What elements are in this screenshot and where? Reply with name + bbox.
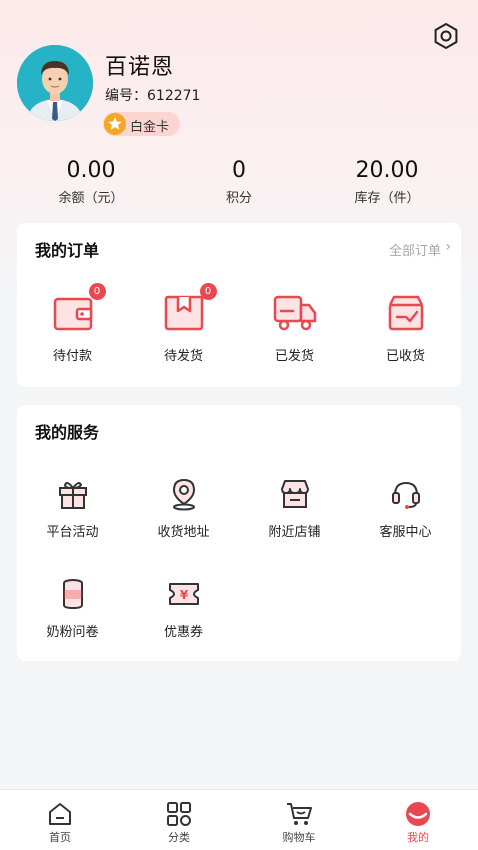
location-icon (172, 478, 195, 511)
tab-label: 购物车 (282, 831, 316, 844)
milk-can-icon (62, 579, 83, 610)
orders-title: 我的订单 (35, 241, 100, 260)
store-icon (280, 480, 309, 508)
headset-icon (391, 481, 420, 509)
package-icon (164, 295, 203, 331)
stat-value: 0 (232, 158, 246, 183)
tab-home[interactable]: 首页 (20, 801, 100, 845)
order-pending-payment[interactable]: 0 待付款 (17, 283, 128, 364)
order-shipped[interactable]: 已发货 (239, 291, 350, 364)
username: 百诺恩 (105, 55, 175, 80)
service-label: 平台活动 (46, 525, 99, 540)
services-card: 我的服务 平台活动 收货地址 附近店铺 客服中心 奶粉问卷 ¥ 优惠券 (17, 405, 461, 661)
star-icon (104, 113, 126, 135)
service-label: 优惠券 (163, 625, 203, 640)
tab-category[interactable]: 分类 (139, 801, 219, 845)
svg-text:¥: ¥ (179, 588, 188, 602)
service-nearby-stores[interactable]: 附近店铺 (239, 477, 350, 540)
truck-icon (273, 295, 316, 331)
stat-label: 库存（件） (354, 191, 420, 206)
chevron-right-icon[interactable]: › (445, 239, 451, 255)
service-address[interactable]: 收货地址 (128, 477, 239, 540)
service-label: 附近店铺 (268, 525, 321, 540)
service-coupons[interactable]: ¥ 优惠券 (128, 577, 239, 640)
tab-label: 首页 (49, 831, 71, 844)
stat-points[interactable]: 0 积分 (179, 158, 299, 206)
all-orders-link[interactable]: 全部订单 (389, 240, 441, 259)
stat-label: 积分 (225, 191, 252, 206)
stats-row: 0.00 余额（元） 0 积分 20.00 库存（件） (0, 158, 478, 208)
service-label: 收货地址 (157, 525, 210, 540)
stat-label: 余额（元） (58, 191, 124, 206)
stat-value: 20.00 (355, 158, 419, 183)
stat-inventory[interactable]: 20.00 库存（件） (327, 158, 447, 206)
service-label: 客服中心 (379, 525, 432, 540)
order-label: 已发货 (274, 349, 314, 364)
order-count-badge: 0 (199, 283, 217, 300)
wallet-icon (53, 297, 92, 331)
order-label: 已收货 (385, 349, 425, 364)
settings-icon[interactable] (432, 22, 460, 50)
tab-label: 分类 (168, 831, 190, 844)
tab-profile[interactable]: 我的 (378, 801, 458, 845)
avatar-image (17, 45, 93, 121)
stat-value: 0.00 (66, 158, 116, 183)
gift-icon (58, 482, 87, 509)
cart-icon (287, 803, 312, 825)
service-customer-center[interactable]: 客服中心 (350, 477, 461, 540)
profile-icon (406, 802, 430, 826)
orders-card: 我的订单 全部订单 › 0 待付款 0 待发货 已发货 已收货 (17, 223, 461, 387)
service-activities[interactable]: 平台活动 (17, 477, 128, 540)
avatar[interactable] (17, 45, 93, 121)
category-icon (167, 802, 191, 826)
received-box-icon (388, 295, 423, 331)
service-milk-survey[interactable]: 奶粉问卷 (17, 577, 128, 640)
order-received[interactable]: 已收货 (350, 291, 461, 364)
services-title: 我的服务 (35, 423, 100, 442)
user-id: 编号：612271 (105, 88, 201, 104)
home-icon (49, 803, 71, 825)
order-label: 待付款 (52, 349, 92, 364)
tab-label: 我的 (407, 831, 429, 844)
order-label: 待发货 (163, 349, 203, 364)
tab-cart[interactable]: 购物车 (259, 801, 339, 845)
membership-badge: 白金卡 (103, 112, 180, 136)
coupon-icon: ¥ (168, 583, 199, 605)
badge-label: 白金卡 (130, 120, 170, 135)
service-label: 奶粉问卷 (46, 625, 99, 640)
order-pending-shipment[interactable]: 0 待发货 (128, 283, 239, 364)
order-count-badge: 0 (88, 283, 106, 300)
bottom-tab-bar: 首页 分类 购物车 我的 (0, 789, 478, 850)
stat-balance[interactable]: 0.00 余额（元） (31, 158, 151, 206)
